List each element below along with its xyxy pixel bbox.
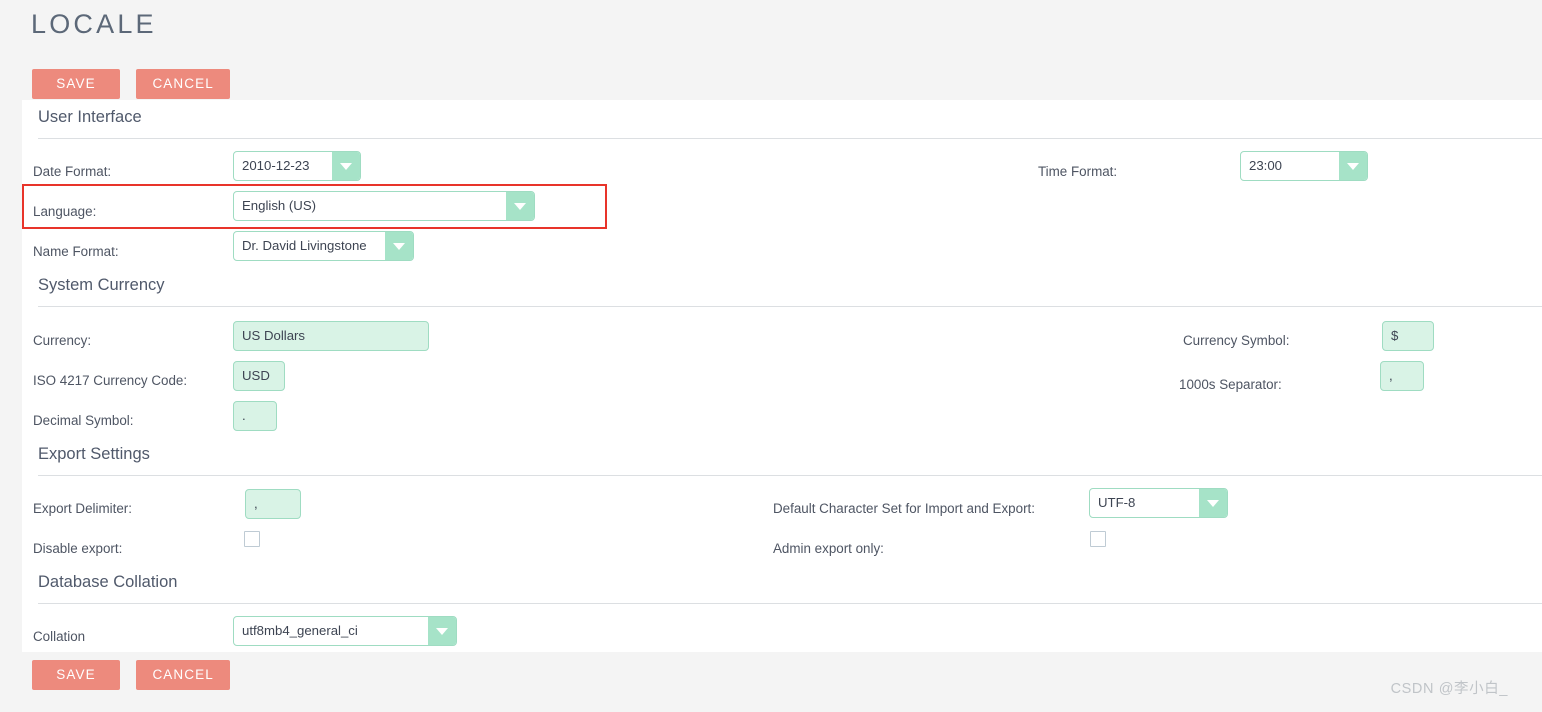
label-name-format: Name Format: <box>33 244 119 259</box>
label-collation: Collation <box>33 629 86 644</box>
label-export-delimiter: Export Delimiter: <box>33 501 132 516</box>
section-heading-user-interface: User Interface <box>38 108 142 126</box>
section-divider-user-interface <box>38 138 1542 139</box>
chevron-down-icon[interactable] <box>1339 152 1367 180</box>
select-language-value: English (US) <box>242 198 317 213</box>
top-action-bar: SAVE CANCEL <box>32 69 230 99</box>
select-name-format-value: Dr. David Livingstone <box>242 238 367 253</box>
settings-panel: User Interface Date Format: 2010-12-23 T… <box>22 100 1542 652</box>
chevron-down-icon[interactable] <box>385 232 413 260</box>
input-currency-symbol[interactable]: $ <box>1382 321 1434 351</box>
label-date-format: Date Format: <box>33 164 112 179</box>
select-collation[interactable]: utf8mb4_general_ci <box>233 616 457 646</box>
select-time-format-value: 23:00 <box>1249 158 1283 173</box>
chevron-down-icon[interactable] <box>506 192 534 220</box>
save-button-top[interactable]: SAVE <box>32 69 120 99</box>
select-date-format-value: 2010-12-23 <box>242 158 310 173</box>
label-time-format: Time Format: <box>1038 164 1118 179</box>
bottom-action-bar: SAVE CANCEL <box>32 660 230 690</box>
chevron-down-icon[interactable] <box>1199 489 1227 517</box>
label-decimal-symbol: Decimal Symbol: <box>33 413 134 428</box>
page-title: LOCALE <box>31 9 157 39</box>
watermark: CSDN @李小白_ <box>1390 681 1508 697</box>
label-default-charset: Default Character Set for Import and Exp… <box>773 501 1035 516</box>
checkbox-disable-export[interactable] <box>244 531 260 547</box>
chevron-down-icon[interactable] <box>332 152 360 180</box>
label-currency-symbol: Currency Symbol: <box>1183 333 1290 348</box>
label-iso-currency-code: ISO 4217 Currency Code: <box>33 373 188 388</box>
label-thousands-separator: 1000s Separator: <box>1179 377 1282 392</box>
section-divider-system-currency <box>38 306 1542 307</box>
cancel-button-top[interactable]: CANCEL <box>136 69 230 99</box>
chevron-down-icon[interactable] <box>428 617 456 645</box>
select-collation-value: utf8mb4_general_ci <box>242 623 358 638</box>
select-language[interactable]: English (US) <box>233 191 535 221</box>
cancel-button-bottom[interactable]: CANCEL <box>136 660 230 690</box>
checkbox-admin-export-only[interactable] <box>1090 531 1106 547</box>
input-iso-currency-code[interactable]: USD <box>233 361 285 391</box>
locale-settings-page: LOCALE SAVE CANCEL User Interface Date F… <box>0 0 1542 712</box>
select-time-format[interactable]: 23:00 <box>1240 151 1368 181</box>
input-export-delimiter[interactable]: , <box>245 489 301 519</box>
label-admin-export-only: Admin export only: <box>773 541 884 556</box>
select-default-charset[interactable]: UTF-8 <box>1089 488 1228 518</box>
section-divider-database-collation <box>38 603 1542 604</box>
input-currency[interactable]: US Dollars <box>233 321 429 351</box>
select-default-charset-value: UTF-8 <box>1098 495 1136 510</box>
label-currency: Currency: <box>33 333 92 348</box>
section-divider-export-settings <box>38 475 1542 476</box>
select-date-format[interactable]: 2010-12-23 <box>233 151 361 181</box>
label-language: Language: <box>33 204 97 219</box>
select-name-format[interactable]: Dr. David Livingstone <box>233 231 414 261</box>
section-heading-system-currency: System Currency <box>38 276 165 294</box>
section-heading-database-collation: Database Collation <box>38 573 178 591</box>
label-disable-export: Disable export: <box>33 541 123 556</box>
save-button-bottom[interactable]: SAVE <box>32 660 120 690</box>
input-decimal-symbol[interactable]: . <box>233 401 277 431</box>
input-thousands-separator[interactable]: , <box>1380 361 1424 391</box>
section-heading-export-settings: Export Settings <box>38 445 150 463</box>
